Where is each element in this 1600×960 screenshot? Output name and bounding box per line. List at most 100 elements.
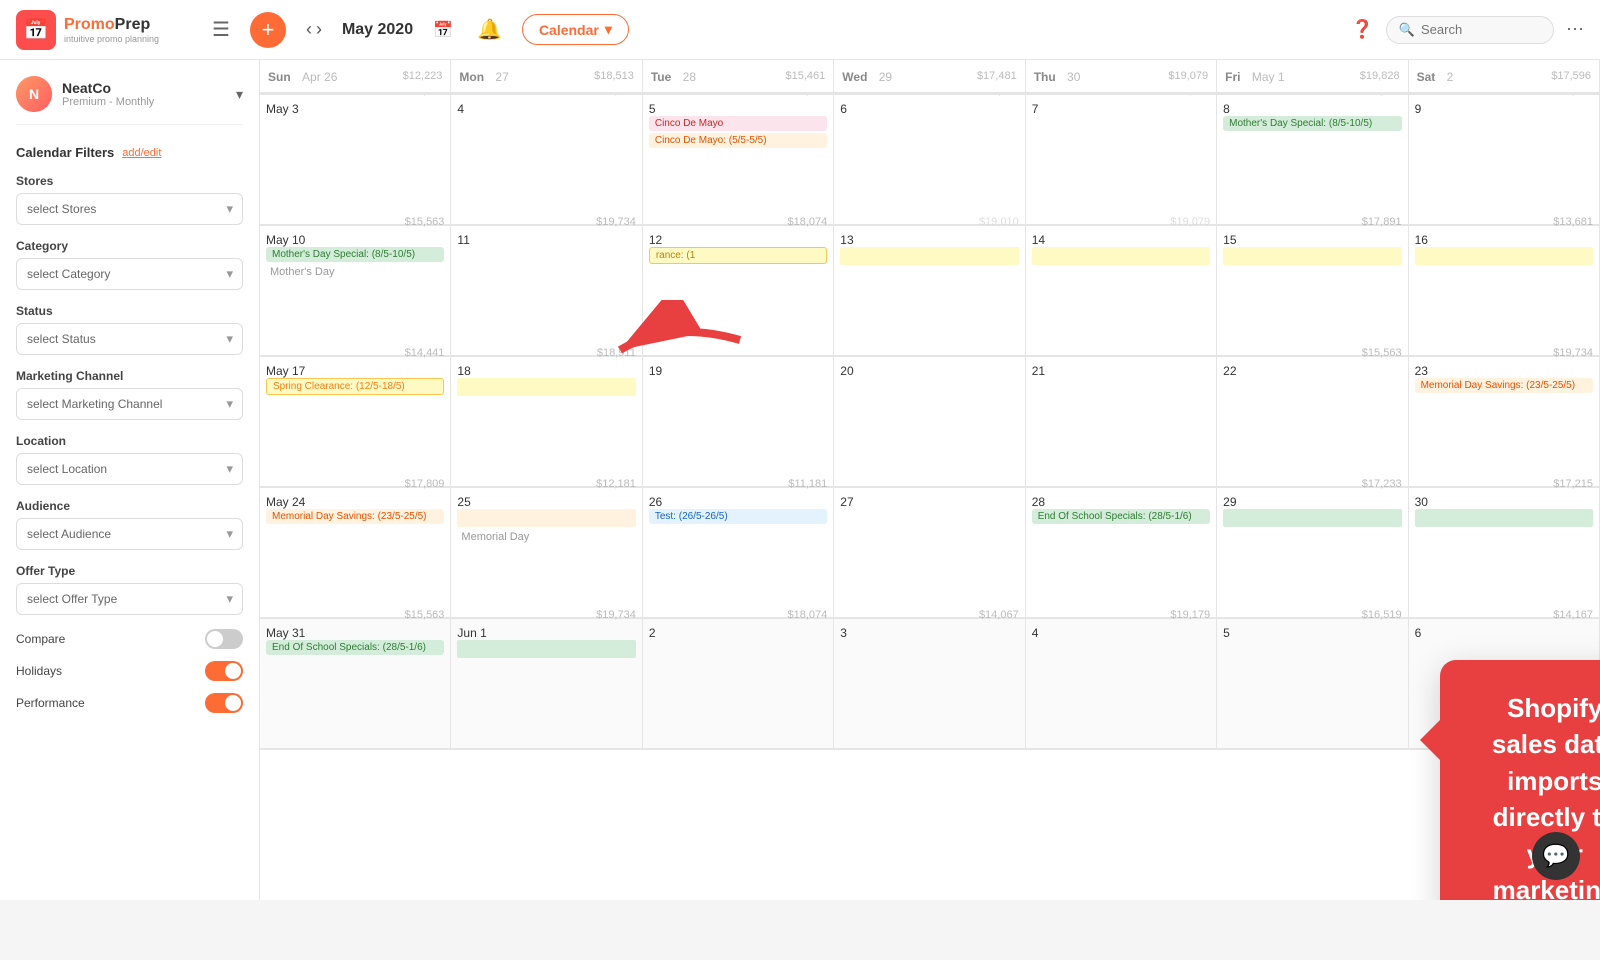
prev-month-button[interactable]: ‹ xyxy=(306,19,312,40)
offer-select[interactable]: select Offer Type xyxy=(16,583,243,615)
compare-label: Compare xyxy=(16,632,65,646)
week-row-4: May 24 $17,809 Memorial Day Savings: (23… xyxy=(260,488,1600,619)
filters-header: Calendar Filters add/edit xyxy=(16,145,243,160)
offer-label: Offer Type xyxy=(16,564,243,578)
add-edit-link[interactable]: add/edit xyxy=(122,147,161,159)
event-memorial-savings-w4[interactable]: Memorial Day Savings: (23/5-25/5) xyxy=(266,509,444,524)
event-cinco-promo[interactable]: Cinco De Mayo: (5/5-5/5) xyxy=(649,133,827,148)
next-month-button[interactable]: › xyxy=(316,19,322,40)
cell-may9: 9 $17,215 xyxy=(1409,95,1600,225)
add-button[interactable]: + xyxy=(250,12,286,48)
cell-jun5: 5 $16,519 xyxy=(1217,619,1408,749)
status-select[interactable]: select Status xyxy=(16,323,243,355)
offer-select-wrapper: select Offer Type xyxy=(16,583,243,615)
cell-may25: 25 $12,181 Memorial Day xyxy=(451,488,642,618)
cell-jun1: Jun 1 $19,734 xyxy=(451,619,642,749)
stores-select[interactable]: select Stores xyxy=(16,193,243,225)
tagline: intuitive promo planning xyxy=(64,34,159,45)
event-end-of-school-w5[interactable]: End Of School Specials: (28/5-1/6) xyxy=(266,640,444,655)
cell-may10: May 10 $15,563 Mother's Day Special: (8/… xyxy=(260,226,451,356)
avatar: N xyxy=(16,76,52,112)
event-end-of-school-start[interactable]: End Of School Specials: (28/5-1/6) xyxy=(1032,509,1210,524)
holidays-toggle-row: Holidays xyxy=(16,661,243,681)
event-mothers-day-special-start[interactable]: Mother's Day Special: (8/5-10/5) xyxy=(1223,116,1401,131)
col-wed: Wed 29 $17,481 xyxy=(834,60,1025,93)
marketing-label: Marketing Channel xyxy=(16,369,243,383)
week-row-3: May 17 $14,441 Spring Clearance: (12/5-1… xyxy=(260,357,1600,488)
category-select[interactable]: select Category xyxy=(16,258,243,290)
holidays-label: Holidays xyxy=(16,664,62,678)
marketing-select-wrapper: select Marketing Channel xyxy=(16,388,243,420)
status-label: Status xyxy=(16,304,243,318)
stores-filter: Stores select Stores xyxy=(16,174,243,225)
cell-may21: 21 xyxy=(1026,357,1217,487)
cell-may15: 15 $17,891 xyxy=(1217,226,1408,356)
user-info: N NeatCo Premium - Monthly xyxy=(16,76,154,112)
main-layout: N NeatCo Premium - Monthly ▾ Calendar Fi… xyxy=(0,60,1600,900)
holiday-memorial-day: Memorial Day xyxy=(457,529,635,545)
holidays-toggle[interactable] xyxy=(205,661,243,681)
col-tue: Tue 28 $15,461 xyxy=(643,60,834,93)
audience-filter: Audience select Audience xyxy=(16,499,243,550)
category-filter: Category select Category xyxy=(16,239,243,290)
user-plan: Premium - Monthly xyxy=(62,96,154,108)
cell-may30: 30 $17,215 xyxy=(1409,488,1600,618)
cell-may20: 20 xyxy=(834,357,1025,487)
col-fri: Fri May 1 $19,828 xyxy=(1217,60,1408,93)
user-name: NeatCo xyxy=(62,80,154,96)
location-label: Location xyxy=(16,434,243,448)
help-icon[interactable]: ❓ xyxy=(1351,19,1373,40)
event-memorial-savings-start[interactable]: Memorial Day Savings: (23/5-25/5) xyxy=(1415,378,1593,393)
cell-jun4: 4 $19,179 xyxy=(1026,619,1217,749)
nav-arrows: ‹ › xyxy=(306,19,322,40)
marketing-select[interactable]: select Marketing Channel xyxy=(16,388,243,420)
cell-may7: 7 $17,715 xyxy=(1026,95,1217,225)
cell-jun3: 3 $14,067 xyxy=(834,619,1025,749)
current-month: May 2020 xyxy=(342,21,413,39)
cell-may17: May 17 $14,441 Spring Clearance: (12/5-1… xyxy=(260,357,451,487)
holiday-mothers-day: Mother's Day xyxy=(266,264,444,280)
stores-label: Stores xyxy=(16,174,243,188)
event-cinco-de-mayo[interactable]: Cinco De Mayo xyxy=(649,116,827,131)
category-label: Category xyxy=(16,239,243,253)
more-options-icon[interactable]: ⋯ xyxy=(1566,19,1584,40)
top-nav: 📅 PromoPrep intuitive promo planning ☰ +… xyxy=(0,0,1600,60)
event-spring-clearance-start[interactable]: rance: (1 xyxy=(649,247,827,264)
week-row-1: May 3 $17,809 4 $12,181 5 $11,181 Cinco … xyxy=(260,95,1600,226)
bell-icon[interactable]: 🔔 xyxy=(477,17,502,42)
cell-may31: May 31 $15,563 End Of School Specials: (… xyxy=(260,619,451,749)
col-sun: Sun Apr 26 $12,223 xyxy=(260,60,451,93)
search-input[interactable] xyxy=(1421,22,1541,37)
audience-select[interactable]: select Audience xyxy=(16,518,243,550)
event-spring-clearance[interactable]: Spring Clearance: (12/5-18/5) xyxy=(266,378,444,395)
filters-title: Calendar Filters xyxy=(16,145,114,160)
hamburger-icon[interactable]: ☰ xyxy=(212,17,230,42)
cell-may26: 26 $11,181 Test: (26/5-26/5) xyxy=(643,488,834,618)
search-icon: 🔍 xyxy=(1399,22,1415,38)
cell-may3: May 3 $17,809 xyxy=(260,95,451,225)
cell-may14: 14 $19,079 xyxy=(1026,226,1217,356)
audience-label: Audience xyxy=(16,499,243,513)
search-box[interactable]: 🔍 xyxy=(1386,16,1554,44)
svg-text:N: N xyxy=(29,86,39,102)
event-test[interactable]: Test: (26/5-26/5) xyxy=(649,509,827,524)
location-select[interactable]: select Location xyxy=(16,453,243,485)
performance-toggle[interactable] xyxy=(205,693,243,713)
user-row: N NeatCo Premium - Monthly ▾ xyxy=(16,76,243,125)
audience-select-wrapper: select Audience xyxy=(16,518,243,550)
user-menu-chevron[interactable]: ▾ xyxy=(236,86,243,103)
col-sat: Sat 2 $17,596 xyxy=(1409,60,1600,93)
sidebar: N NeatCo Premium - Monthly ▾ Calendar Fi… xyxy=(0,60,260,900)
user-details: NeatCo Premium - Monthly xyxy=(62,80,154,108)
event-mothers-special-w2[interactable]: Mother's Day Special: (8/5-10/5) xyxy=(266,247,444,262)
cell-jun2: 2 $18,074 xyxy=(643,619,834,749)
chat-bubble[interactable]: 💬 xyxy=(1532,832,1580,880)
location-filter: Location select Location xyxy=(16,434,243,485)
col-mon: Mon 27 $18,513 xyxy=(451,60,642,93)
compare-toggle[interactable] xyxy=(205,629,243,649)
cell-may6: 6 $18,911 xyxy=(834,95,1025,225)
status-select-wrapper: select Status xyxy=(16,323,243,355)
calendar-view-button[interactable]: Calendar ▾ xyxy=(522,14,629,45)
calendar-header-row: Sun Apr 26 $12,223 Mon 27 $18,513 Tue 28… xyxy=(260,60,1600,95)
status-filter: Status select Status xyxy=(16,304,243,355)
